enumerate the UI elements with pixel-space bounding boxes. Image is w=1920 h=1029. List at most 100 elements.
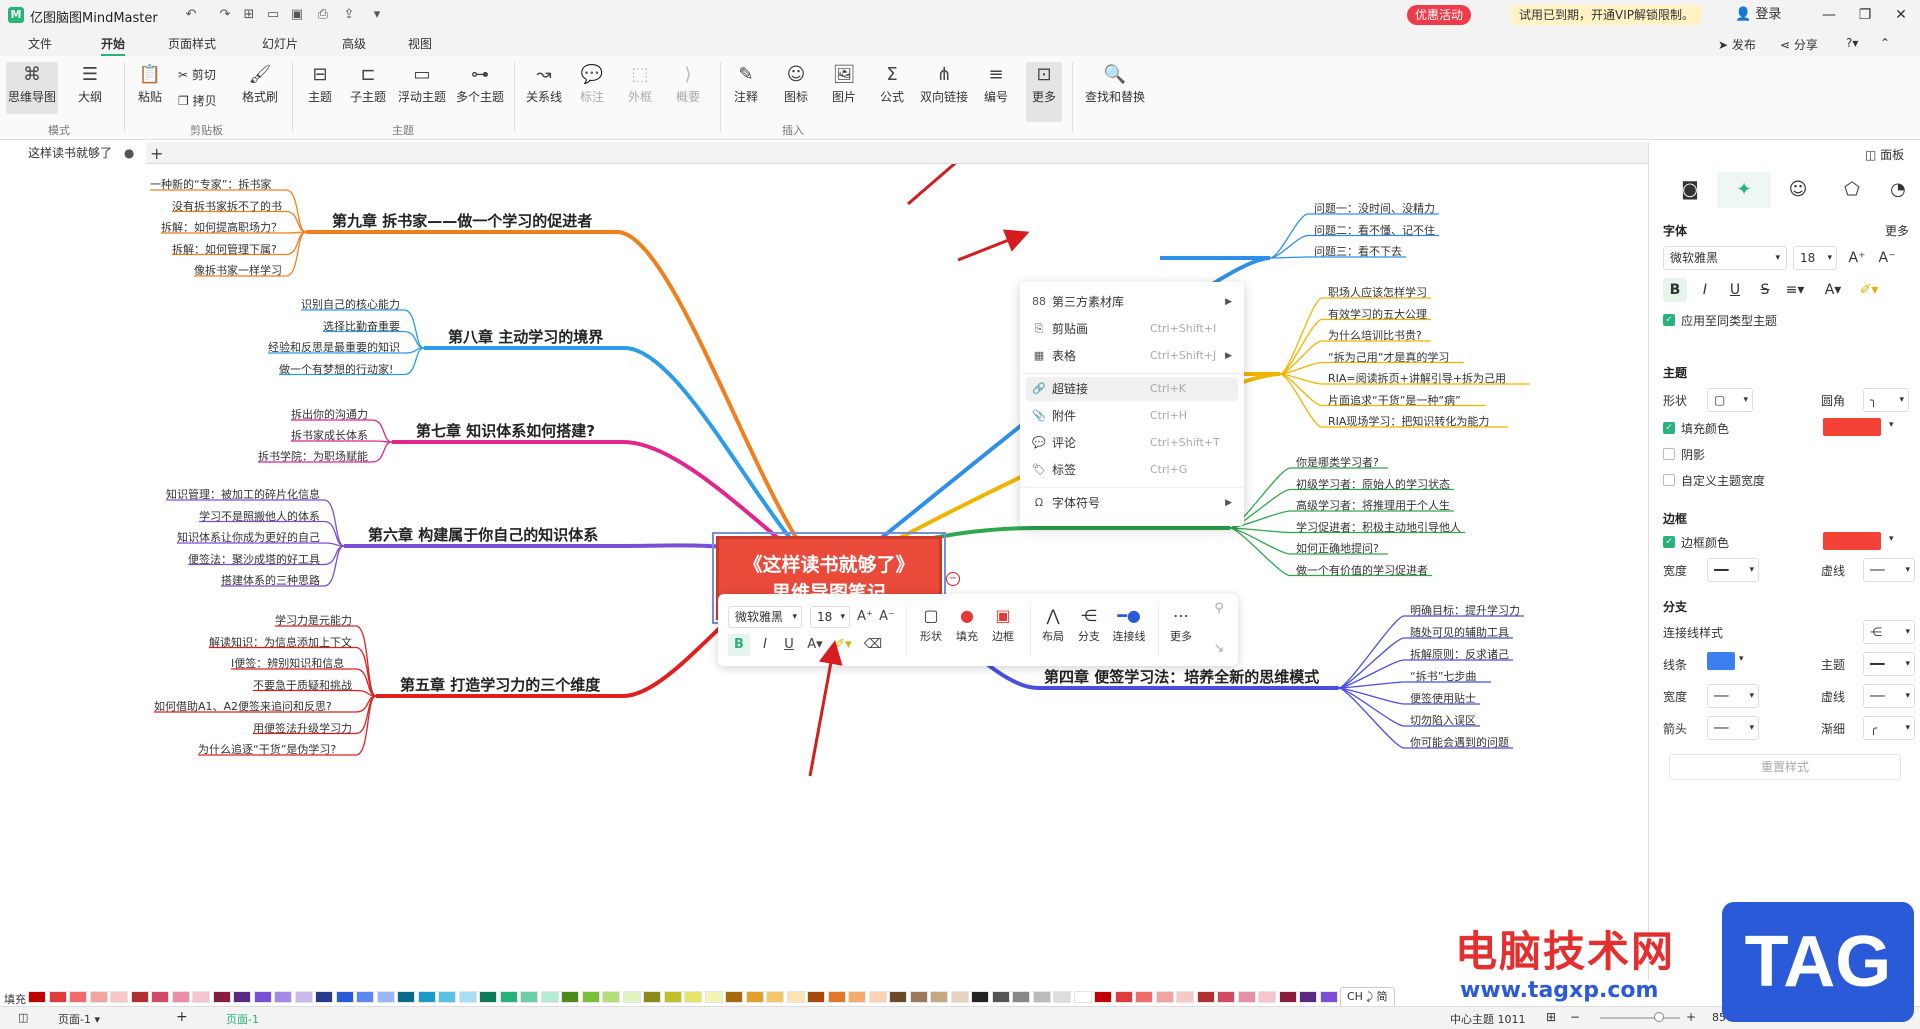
close-icon[interactable]: ✕: [1886, 4, 1916, 26]
color-swatch[interactable]: [1258, 991, 1276, 1003]
color-swatch[interactable]: [1217, 991, 1235, 1003]
subtopic[interactable]: 搭建体系的三种思路: [221, 572, 320, 588]
align-icon[interactable]: ≡▾: [1783, 278, 1807, 302]
formula-button[interactable]: Σ 公式: [874, 62, 910, 105]
color-swatch[interactable]: [1032, 991, 1051, 1003]
branch-topic[interactable]: 第六章 构建属于你自己的知识体系: [368, 524, 598, 545]
panel-font-select[interactable]: 微软雅黑 ▾: [1663, 246, 1787, 270]
color-swatch[interactable]: [704, 991, 723, 1003]
corner-select[interactable]: ╮ ▾: [1863, 388, 1909, 412]
border-color-checkbox[interactable]: ✓: [1663, 536, 1675, 548]
save-icon[interactable]: ▣: [288, 6, 306, 24]
color-swatch[interactable]: [745, 991, 764, 1003]
color-swatch[interactable]: [889, 991, 907, 1003]
subtopic-button[interactable]: ⊏ 子主题: [348, 62, 388, 105]
redo-icon[interactable]: ↷: [216, 6, 234, 24]
branch-topic[interactable]: 第五章 打造学习力的三个维度: [400, 674, 600, 695]
bidirectional-link-button[interactable]: ⋔ 双向链接: [918, 62, 970, 105]
subtopic[interactable]: RIA=阅读拆页+讲解引导+拆为己用: [1328, 370, 1506, 386]
shape-button[interactable]: ▢ 形状: [916, 604, 946, 644]
color-swatch[interactable]: [622, 991, 641, 1003]
subtopic[interactable]: 不要急于质疑和挑战: [253, 677, 352, 693]
subtopic[interactable]: 拆解：如何提高职场力？: [161, 219, 282, 235]
color-swatch[interactable]: [848, 991, 866, 1003]
color-swatch[interactable]: [1155, 991, 1174, 1003]
font-color-icon[interactable]: A▾: [804, 634, 826, 656]
color-swatch[interactable]: [950, 991, 969, 1003]
color-swatch[interactable]: [540, 991, 559, 1003]
color-swatch[interactable]: [827, 991, 846, 1003]
subtopic[interactable]: 切勿陷入误区: [1410, 712, 1476, 728]
topic-button[interactable]: ⊟ 主题: [302, 62, 338, 105]
border-dash-select[interactable]: ── ▾: [1863, 558, 1915, 582]
fill-button[interactable]: ● 填充: [952, 604, 982, 644]
underline-icon[interactable]: U: [778, 634, 800, 656]
restore-icon[interactable]: ❐: [1850, 4, 1880, 26]
color-swatch[interactable]: [192, 991, 210, 1003]
pin-icon[interactable]: ⚲: [1208, 598, 1230, 620]
reset-style-button[interactable]: 重置样式: [1669, 754, 1901, 780]
color-swatch[interactable]: [930, 991, 948, 1003]
collapse-toolbar-icon[interactable]: ↘: [1208, 638, 1230, 660]
subtopic[interactable]: 拆书学院：为职场赋能: [258, 448, 368, 464]
color-swatch[interactable]: [1135, 991, 1153, 1003]
subtopic[interactable]: 用便签法升级学习力: [253, 720, 352, 736]
color-swatch[interactable]: [1114, 991, 1133, 1003]
clear-format-icon[interactable]: ⌫: [862, 634, 884, 656]
find-replace-button[interactable]: 🔍 查找和替换: [1082, 62, 1148, 105]
menu-item[interactable]: 🔗 超链接 Ctrl+K: [1026, 377, 1238, 401]
chevron-down-icon[interactable]: ▾: [1739, 654, 1744, 664]
color-swatch[interactable]: [1094, 991, 1112, 1003]
subtopic[interactable]: 职场人应该怎样学习: [1328, 284, 1427, 300]
branch-width-select[interactable]: ── ▾: [1707, 684, 1759, 708]
menu-item[interactable]: 📎 附件 Ctrl+H: [1026, 404, 1238, 428]
italic-icon[interactable]: I: [754, 634, 776, 656]
color-swatch[interactable]: [335, 991, 354, 1003]
font-increase-icon[interactable]: A⁺: [1845, 246, 1869, 270]
float-font-select[interactable]: 微软雅黑 ▾: [728, 606, 802, 628]
color-swatch[interactable]: [1073, 991, 1092, 1003]
subtopic[interactable]: 没有拆书家拆不了的书: [172, 198, 282, 214]
font-increase-icon[interactable]: A⁺: [854, 606, 876, 628]
color-swatch[interactable]: [1053, 991, 1071, 1003]
color-swatch[interactable]: [581, 991, 600, 1003]
border-button[interactable]: ▣ 边框: [988, 604, 1018, 644]
subtopic[interactable]: 拆出你的沟通力: [291, 406, 368, 422]
line-color-swatch[interactable]: [1707, 652, 1735, 670]
tab-start[interactable]: 开始: [101, 35, 126, 56]
subtopic[interactable]: 学习促进者：积极主动地引导他人: [1296, 519, 1461, 535]
more-button[interactable]: ⊡ 更多: [1026, 62, 1062, 122]
shadow-checkbox[interactable]: [1663, 448, 1675, 460]
color-swatch[interactable]: [417, 991, 436, 1003]
vip-notice[interactable]: 试用已到期，开通VIP解锁限制。: [1511, 5, 1702, 25]
tab-style[interactable]: ◙: [1663, 172, 1717, 208]
subtopic[interactable]: 学习不是照搬他人的体系: [199, 508, 320, 524]
subtopic[interactable]: 问题三：看不下去: [1314, 243, 1402, 259]
cut-button[interactable]: ✂ 剪切: [178, 66, 234, 83]
color-swatch[interactable]: [171, 991, 190, 1003]
color-swatch[interactable]: [438, 991, 456, 1003]
color-swatch[interactable]: [1176, 991, 1194, 1003]
color-swatch[interactable]: [233, 991, 251, 1003]
copy-button[interactable]: ❐ 拷贝: [178, 92, 234, 109]
branch-dash-select[interactable]: ── ▾: [1863, 684, 1915, 708]
subtopic[interactable]: 拆解：如何管理下属?: [172, 241, 277, 257]
color-swatch[interactable]: [561, 991, 579, 1003]
bold-icon[interactable]: B: [1663, 278, 1687, 302]
apply-same-checkbox[interactable]: ✓: [1663, 314, 1675, 326]
color-swatch[interactable]: [253, 991, 272, 1003]
image-button[interactable]: 🖼 图片: [826, 62, 862, 105]
color-swatch[interactable]: [1237, 991, 1256, 1003]
color-swatch[interactable]: [89, 991, 108, 1003]
font-decrease-icon[interactable]: A⁻: [1875, 246, 1899, 270]
chevron-down-icon[interactable]: ▾: [1889, 420, 1894, 430]
tab-file[interactable]: 文件: [28, 35, 52, 52]
color-swatch[interactable]: [479, 991, 497, 1003]
page-tab[interactable]: 页面-1: [226, 1011, 259, 1027]
tab-ai[interactable]: ✦: [1717, 172, 1771, 208]
color-swatch[interactable]: [663, 991, 682, 1003]
icon-button[interactable]: ☺ 图标: [778, 62, 814, 105]
subtopic[interactable]: 像拆书家一样学习: [194, 262, 282, 278]
color-swatch[interactable]: [130, 991, 149, 1003]
help-icon[interactable]: ?▾: [1846, 36, 1858, 50]
